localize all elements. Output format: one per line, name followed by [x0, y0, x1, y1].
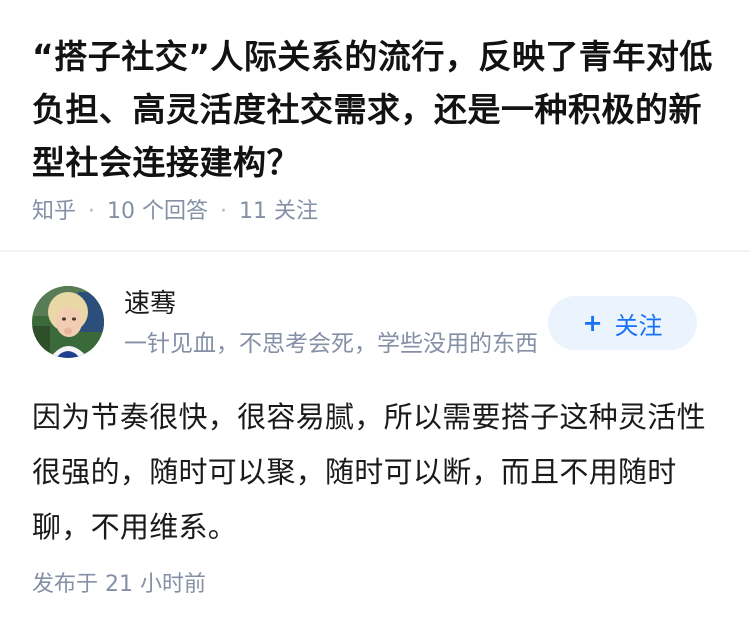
question-title[interactable]: “搭子社交”人际关系的流行，反映了青年对低负担、高灵活度社交需求，还是一种积极的… [32, 30, 722, 189]
avatar[interactable] [32, 286, 104, 358]
author-name[interactable]: 速骞 [124, 287, 176, 321]
answer-content[interactable]: 因为节奏很快，很容易腻，所以需要搭子这种灵活性很强的，随时可以聚，随时可以断，而… [32, 390, 712, 555]
publish-time: 发布于 21 小时前 [32, 572, 206, 597]
answer-card: 速骞 一针见血，不思考会死，学些没用的东西 + 关注 因为节奏很快，很容易腻，所… [0, 252, 750, 636]
follow-button[interactable]: + 关注 [548, 296, 697, 350]
source-label[interactable]: 知乎 [32, 199, 76, 224]
follower-count: 11 关注 [239, 199, 319, 224]
follow-label: 关注 [614, 311, 663, 340]
question-meta: 知乎 · 10 个回答 · 11 关注 [32, 197, 318, 227]
answer-count[interactable]: 10 个回答 [107, 199, 208, 224]
separator-dot: · [88, 199, 96, 224]
plus-icon: + [582, 309, 603, 337]
separator-dot: · [220, 199, 228, 224]
question-header: “搭子社交”人际关系的流行，反映了青年对低负担、高灵活度社交需求，还是一种积极的… [0, 0, 750, 250]
author-bio: 一针见血，不思考会死，学些没用的东西 [124, 331, 538, 357]
avatar-image [32, 286, 104, 358]
